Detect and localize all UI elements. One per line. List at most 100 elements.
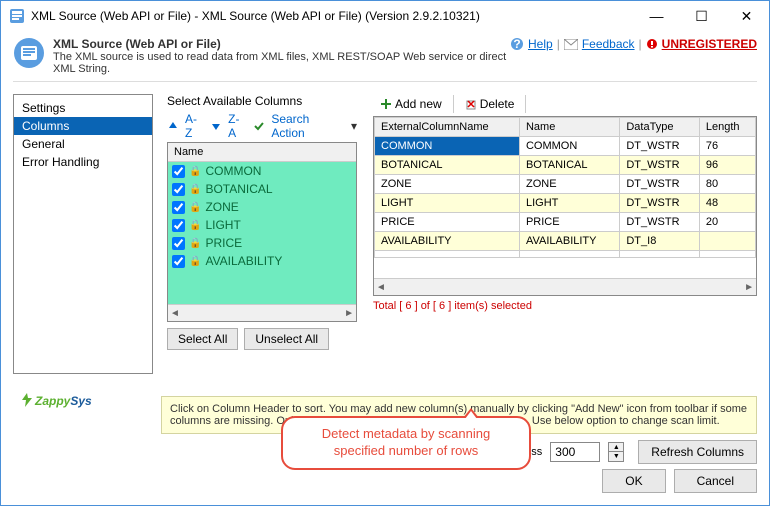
grid-header[interactable]: Name: [519, 118, 619, 137]
scan-rows-input[interactable]: [550, 442, 600, 462]
minimize-button[interactable]: —: [634, 1, 679, 31]
column-checkbox[interactable]: [172, 183, 185, 196]
help-link[interactable]: Help: [528, 37, 553, 51]
list-header[interactable]: Name: [168, 143, 356, 162]
column-checkbox[interactable]: [172, 237, 185, 250]
select-all-button[interactable]: Select All: [167, 328, 238, 350]
sort-za-icon: [210, 120, 222, 132]
lock-icon: 🔒: [189, 184, 201, 195]
column-name: LIGHT: [205, 218, 240, 232]
grid-cell[interactable]: 20: [699, 213, 755, 232]
grid-cell[interactable]: PRICE: [375, 213, 520, 232]
table-row[interactable]: BOTANICALBOTANICALDT_WSTR96: [375, 156, 756, 175]
sort-bar: A-Z Z-A Search Action ▾: [167, 112, 357, 140]
grid-cell[interactable]: [620, 251, 700, 258]
grid-cell[interactable]: [699, 251, 755, 258]
grid-cell[interactable]: ZONE: [375, 175, 520, 194]
grid-cell[interactable]: PRICE: [519, 213, 619, 232]
table-row[interactable]: PRICEPRICEDT_WSTR20: [375, 213, 756, 232]
grid-cell[interactable]: [375, 251, 520, 258]
sidebar: SettingsColumnsGeneralError Handling: [13, 94, 153, 374]
table-row[interactable]: AVAILABILITYAVAILABILITYDT_I8: [375, 232, 756, 251]
cancel-button[interactable]: Cancel: [674, 469, 757, 493]
column-checkbox[interactable]: [172, 219, 185, 232]
column-list-item[interactable]: 🔒 PRICE: [168, 234, 356, 252]
grid-cell[interactable]: 96: [699, 156, 755, 175]
help-icon: ?: [510, 37, 524, 51]
grid-cell[interactable]: DT_WSTR: [620, 156, 700, 175]
grid-cell[interactable]: AVAILABILITY: [519, 232, 619, 251]
grid-cell[interactable]: DT_WSTR: [620, 213, 700, 232]
sidebar-item-error-handling[interactable]: Error Handling: [14, 153, 152, 171]
feedback-link[interactable]: Feedback: [582, 37, 635, 51]
grid-header[interactable]: Length: [699, 118, 755, 137]
grid-cell[interactable]: ZONE: [519, 175, 619, 194]
column-list-item[interactable]: 🔒AVAILABILITY: [168, 252, 356, 270]
grid-header[interactable]: ExternalColumnName: [375, 118, 520, 137]
column-name: PRICE: [205, 236, 242, 250]
sort-az[interactable]: A-Z: [185, 112, 204, 140]
sidebar-item-columns[interactable]: Columns: [14, 117, 152, 135]
grid-cell[interactable]: DT_I8: [620, 232, 700, 251]
column-list-item[interactable]: 🔒 BOTANICAL: [168, 180, 356, 198]
grid-cell[interactable]: COMMON: [375, 137, 520, 156]
grid-cell[interactable]: 76: [699, 137, 755, 156]
grid-scrollbar[interactable]: ◄►: [374, 278, 756, 295]
grid-cell[interactable]: AVAILABILITY: [375, 232, 520, 251]
lock-icon: 🔒: [189, 238, 201, 249]
grid-cell[interactable]: LIGHT: [375, 194, 520, 213]
column-checkbox[interactable]: [172, 255, 185, 268]
grid-cell[interactable]: LIGHT: [519, 194, 619, 213]
table-row[interactable]: [375, 251, 756, 258]
column-list-item[interactable]: 🔒ZONE: [168, 198, 356, 216]
plus-icon: [380, 98, 392, 110]
grid-cell[interactable]: DT_WSTR: [620, 175, 700, 194]
delete-button[interactable]: Delete: [458, 94, 522, 114]
ok-button[interactable]: OK: [602, 469, 665, 493]
unregistered-link[interactable]: UNREGISTERED: [662, 37, 757, 51]
dialog-buttons: OK Cancel: [602, 469, 757, 493]
header-subtitle: The XML source is used to read data from…: [53, 51, 510, 75]
grid-header[interactable]: DataType: [620, 118, 700, 137]
grid-cell[interactable]: [519, 251, 619, 258]
grid-cell[interactable]: 48: [699, 194, 755, 213]
unselect-all-button[interactable]: Unselect All: [244, 328, 329, 350]
columns-label: Select Available Columns: [167, 94, 357, 108]
app-icon: [9, 8, 25, 24]
refresh-columns-button[interactable]: Refresh Columns: [638, 440, 757, 464]
data-grid: ExternalColumnNameNameDataTypeLengthCOMM…: [373, 116, 757, 296]
spinner[interactable]: ▲▼: [608, 442, 624, 462]
sidebar-item-settings[interactable]: Settings: [14, 99, 152, 117]
column-list-item[interactable]: 🔒LIGHT: [168, 216, 356, 234]
window-title: XML Source (Web API or File) - XML Sourc…: [31, 9, 634, 23]
header-links: ? Help | Feedback | UNREGISTERED: [510, 37, 757, 51]
column-checkbox[interactable]: [172, 201, 185, 214]
header: XML Source (Web API or File) The XML sou…: [1, 31, 769, 77]
column-checkbox[interactable]: [172, 165, 185, 178]
table-row[interactable]: LIGHTLIGHTDT_WSTR48: [375, 194, 756, 213]
table-row[interactable]: ZONEZONEDT_WSTR80: [375, 175, 756, 194]
grid-cell[interactable]: DT_WSTR: [620, 194, 700, 213]
search-action[interactable]: Search Action: [271, 112, 345, 140]
add-new-button[interactable]: Add new: [373, 94, 449, 114]
table-row[interactable]: COMMONCOMMONDT_WSTR76: [375, 137, 756, 156]
grid-cell[interactable]: COMMON: [519, 137, 619, 156]
close-button[interactable]: ✕: [724, 1, 769, 31]
check-icon: [253, 120, 265, 132]
column-list-item[interactable]: 🔒COMMON: [168, 162, 356, 180]
column-name: BOTANICAL: [205, 182, 272, 196]
grid-cell[interactable]: BOTANICAL: [519, 156, 619, 175]
header-app-icon: [13, 37, 45, 69]
grid-cell[interactable]: DT_WSTR: [620, 137, 700, 156]
grid-cell[interactable]: [699, 232, 755, 251]
grid-cell[interactable]: BOTANICAL: [375, 156, 520, 175]
maximize-button[interactable]: ☐: [679, 1, 724, 31]
grid-panel: Add new Delete ExternalColumnNameNameDat…: [373, 94, 757, 396]
sidebar-item-general[interactable]: General: [14, 135, 152, 153]
delete-icon: [465, 98, 477, 110]
grid-cell[interactable]: 80: [699, 175, 755, 194]
sort-za[interactable]: Z-A: [228, 112, 247, 140]
list-scrollbar[interactable]: ◄►: [168, 304, 356, 321]
column-name: COMMON: [205, 164, 261, 178]
selection-status: Total [ 6 ] of [ 6 ] item(s) selected: [373, 300, 757, 312]
